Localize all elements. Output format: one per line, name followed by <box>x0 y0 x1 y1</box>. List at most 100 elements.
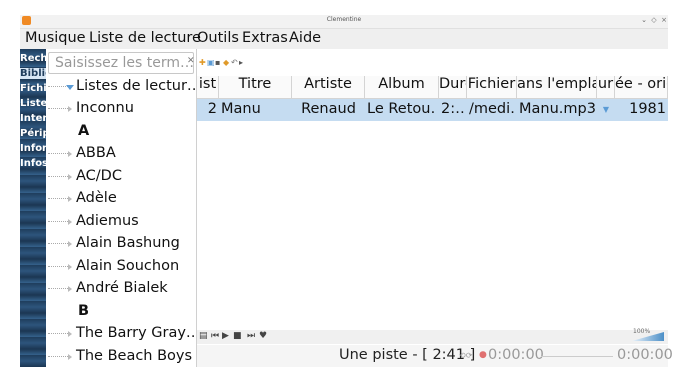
tab-peripheriques[interactable]: Périphériques <box>20 128 46 139</box>
col-filename-header[interactable]: ans l'empla <box>517 76 597 99</box>
cell-duration: 2:… <box>441 101 465 117</box>
tree-expand-icon[interactable] <box>48 106 72 112</box>
cell-artist: Renaud <box>301 101 356 117</box>
title-bar: Clementine ⌄ ◇ × <box>20 15 668 29</box>
tree-item[interactable]: André Bialek <box>46 278 190 300</box>
close-button[interactable]: × <box>660 16 668 24</box>
library-panel: Saisissez les term… ✕ Listes de lectur… … <box>46 49 240 368</box>
menu-liste-de-lecture[interactable]: Liste de lecture <box>89 30 201 46</box>
undo-icon[interactable]: ↶ <box>231 58 238 67</box>
tree-expand-icon[interactable] <box>48 286 72 292</box>
search-placeholder: Saisissez les term… <box>55 55 195 71</box>
tree-item-label: Adiemus <box>76 212 139 229</box>
tab-infos-artiste[interactable]: Infos sur l'artiste <box>20 158 46 169</box>
tree-item[interactable]: Adiemus <box>46 211 190 233</box>
tree-item-label: The Beach Boys <box>76 347 193 364</box>
player-controls: ▤ ⏮ ▶ ■ ⏭ ♥ 100% <box>197 328 668 344</box>
window-title: Clementine <box>326 16 362 23</box>
cell-title: Manu <box>221 101 261 117</box>
maximize-button[interactable]: ◇ <box>650 16 658 24</box>
repeat-icon[interactable]: ⟲⟳ <box>459 351 472 360</box>
tree-item[interactable]: Alain Souchon <box>46 256 190 278</box>
remaining-time: 0:00:00 <box>617 347 673 363</box>
menu-bar: Musique Liste de lecture Outils Extras A… <box>20 29 668 49</box>
clear-search-icon[interactable]: ✕ <box>187 56 195 66</box>
menu-extras[interactable]: Extras <box>242 30 288 46</box>
sidebar-tabs: Rechercher Bibliothèque Fichiers Listes … <box>20 49 46 367</box>
save-playlist-icon[interactable]: ▪ <box>215 58 220 67</box>
tree-expand-icon[interactable] <box>48 353 72 360</box>
tree-expand-icon[interactable] <box>48 263 72 270</box>
play-icon[interactable]: ▶ <box>222 331 229 341</box>
menu-musique[interactable]: Musique <box>25 30 86 46</box>
col-rating-header[interactable]: ur <box>597 76 615 99</box>
cell-filename: Manu.mp3 <box>519 101 595 117</box>
visualizer-icon[interactable]: ▤ <box>199 331 208 341</box>
col-duration-header[interactable]: Duré <box>439 76 467 99</box>
load-playlist-icon[interactable]: ▣ <box>207 58 215 67</box>
col-track-header[interactable]: ist <box>197 76 219 99</box>
tree-section-header[interactable]: A <box>46 121 190 143</box>
tree-item[interactable]: The Barry Gray… <box>46 323 200 345</box>
tree-expand-icon[interactable] <box>48 85 74 90</box>
col-file-header[interactable]: Fichier <box>467 76 517 99</box>
tab-rechercher[interactable]: Rechercher <box>20 53 46 64</box>
elapsed-time: 0:00:00 <box>488 347 544 363</box>
tree-item-label: AC/DC <box>76 167 122 184</box>
col-artist-header[interactable]: Artiste <box>292 76 365 99</box>
tree-section-header[interactable]: B <box>46 301 190 323</box>
col-title-header[interactable]: Titre <box>219 76 292 99</box>
tree-expand-icon[interactable] <box>48 196 72 202</box>
cell-track: 2 <box>207 101 217 117</box>
tab-informations[interactable]: Informations <box>20 143 46 154</box>
rating-icon: ▼ <box>602 105 610 114</box>
tree-item-label: Adèle <box>76 190 117 206</box>
playlist-toolbar: ✚ ▣ ▪ ◆ ↶ ▸ <box>197 52 668 74</box>
tree-item-label: Alain Souchon <box>76 257 180 274</box>
tree-item-label: André Bialek <box>76 280 168 296</box>
cell-year: 1981 <box>629 101 666 117</box>
tree-item[interactable]: The Beach Boys <box>46 346 193 368</box>
previous-icon[interactable]: ⏮ <box>211 331 219 341</box>
tab-listes-de-lecture[interactable]: Listes de lecture <box>20 98 46 109</box>
tree-expand-icon[interactable] <box>48 173 72 180</box>
tree-item-label: A <box>78 122 90 139</box>
cell-album: Le Retou… <box>367 101 437 117</box>
record-dot-icon: ● <box>479 350 487 360</box>
playlist-panel: ✚ ▣ ▪ ◆ ↶ ▸ istTitreArtisteAlbumDuréFich… <box>197 49 668 367</box>
tree-item-label: Alain Bashung <box>76 235 180 251</box>
tab-fichiers[interactable]: Fichiers <box>20 83 46 94</box>
col-album-header[interactable]: Album <box>365 76 439 99</box>
cell-file: /medi… <box>469 101 515 117</box>
tree-expand-icon[interactable] <box>48 218 72 225</box>
col-year-header[interactable]: ée - orig <box>615 76 668 99</box>
minimize-button[interactable]: ⌄ <box>640 16 648 24</box>
search-input[interactable]: Saisissez les term… ✕ <box>48 52 195 74</box>
love-icon[interactable]: ♥ <box>259 331 267 341</box>
tree-item[interactable]: ABBA <box>46 143 190 165</box>
tree-item-label: B <box>78 302 90 319</box>
tab-internet[interactable]: Internet <box>20 113 46 124</box>
tree-item[interactable]: Inconnu <box>46 98 190 120</box>
menu-outils[interactable]: Outils <box>197 30 239 46</box>
tree-expand-icon[interactable] <box>48 331 72 337</box>
menu-aide[interactable]: Aide <box>289 30 321 46</box>
tree-expand-icon[interactable] <box>48 241 72 247</box>
tree-item[interactable]: Adèle <box>46 188 190 210</box>
tree-item[interactable]: Alain Bashung <box>46 233 190 255</box>
tab-bibliotheque[interactable]: Bibliothèque <box>20 68 46 79</box>
next-icon[interactable]: ⏭ <box>247 331 255 341</box>
tree-item-label: Inconnu <box>76 100 134 116</box>
tree-expand-icon[interactable] <box>48 151 72 157</box>
status-bar: Une piste - [ 2:41 ] ⟲⟳ ● 0:00:00 0:00:0… <box>197 345 673 367</box>
clear-playlist-icon[interactable]: ◆ <box>223 58 229 67</box>
stop-icon[interactable]: ■ <box>233 331 242 341</box>
more-icon[interactable]: ▸ <box>239 58 243 67</box>
tree-item[interactable]: AC/DC <box>46 166 190 188</box>
new-playlist-icon[interactable]: ✚ <box>199 58 206 67</box>
tree-item-playlists[interactable]: Listes de lectur… <box>46 76 201 98</box>
volume-label: 100% <box>633 328 651 335</box>
tree-item-label: The Barry Gray… <box>76 325 201 341</box>
playlist-summary: Une piste - [ 2:41 ] <box>339 347 476 363</box>
seek-bar[interactable] <box>541 356 613 357</box>
